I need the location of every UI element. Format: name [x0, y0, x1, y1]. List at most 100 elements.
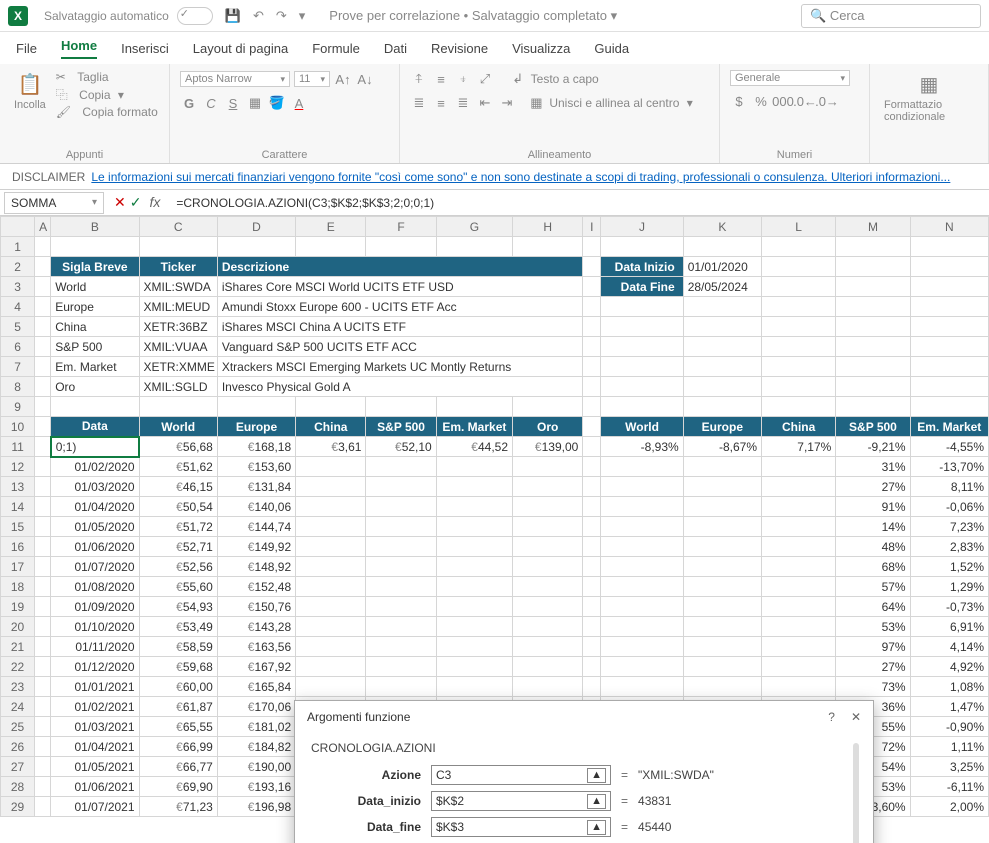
menu-file[interactable]: File — [16, 41, 37, 56]
cell[interactable] — [601, 637, 683, 657]
cell[interactable] — [583, 337, 601, 357]
cell[interactable] — [436, 397, 512, 417]
cell[interactable] — [35, 357, 51, 377]
cell[interactable] — [601, 457, 683, 477]
cell[interactable] — [762, 497, 836, 517]
cell[interactable] — [366, 637, 436, 657]
cell[interactable]: Xtrackers MSCI Emerging Markets UC Montl… — [217, 357, 582, 377]
row-header[interactable]: 21 — [1, 637, 35, 657]
cell[interactable]: 48% — [836, 537, 910, 557]
cell[interactable] — [601, 677, 683, 697]
cell[interactable] — [836, 317, 910, 337]
col-header-G[interactable]: G — [436, 217, 512, 237]
cell[interactable]: 1,47% — [910, 697, 988, 717]
cell[interactable] — [601, 317, 683, 337]
cell[interactable] — [436, 477, 512, 497]
row-header[interactable]: 3 — [1, 277, 35, 297]
cell[interactable]: €66,99 — [139, 737, 217, 757]
cell[interactable] — [366, 577, 436, 597]
col-header-C[interactable]: C — [139, 217, 217, 237]
row-header[interactable]: 26 — [1, 737, 35, 757]
cell[interactable] — [762, 257, 836, 277]
cell[interactable] — [683, 337, 761, 357]
bold-icon[interactable]: G — [180, 94, 198, 112]
qat-dropdown-icon[interactable]: ▾ — [299, 8, 306, 24]
cell[interactable]: €46,15 — [139, 477, 217, 497]
cell[interactable] — [583, 597, 601, 617]
field-input-1[interactable]: $K$2▲ — [431, 791, 611, 811]
cell[interactable] — [683, 617, 761, 637]
cell[interactable]: XMIL:SWDA — [139, 277, 217, 297]
cell[interactable] — [35, 437, 51, 457]
cell[interactable]: Invesco Physical Gold A — [217, 377, 582, 397]
cell[interactable] — [601, 377, 683, 397]
cell[interactable] — [583, 537, 601, 557]
cell[interactable]: €184,82 — [217, 737, 295, 757]
cell[interactable]: -9,21% — [836, 437, 910, 457]
cell[interactable] — [296, 597, 366, 617]
cell[interactable]: 01/06/2020 — [51, 537, 139, 557]
cell[interactable]: €50,54 — [139, 497, 217, 517]
cell[interactable]: 01/12/2020 — [51, 657, 139, 677]
cell[interactable] — [683, 297, 761, 317]
cell[interactable]: -0,90% — [910, 717, 988, 737]
cell[interactable] — [513, 617, 583, 637]
cell[interactable]: 8,11% — [910, 477, 988, 497]
align-left-icon[interactable]: ≣ — [410, 94, 428, 112]
cell[interactable]: 7,23% — [910, 517, 988, 537]
align-top-icon[interactable]: ⍏ — [410, 70, 428, 88]
hdr-sigla[interactable]: Sigla Breve — [51, 257, 139, 277]
col-header-B[interactable]: B — [51, 217, 139, 237]
align-right-icon[interactable]: ≣ — [454, 94, 472, 112]
copy-button[interactable]: ⿻ Copia ▾ — [56, 86, 158, 103]
cell[interactable]: XMIL:SGLD — [139, 377, 217, 397]
row-header[interactable]: 17 — [1, 557, 35, 577]
cell[interactable]: 01/09/2020 — [51, 597, 139, 617]
cell[interactable] — [683, 637, 761, 657]
col-header-E[interactable]: E — [296, 217, 366, 237]
cell[interactable]: €196,98 — [217, 797, 295, 817]
cell[interactable] — [762, 377, 836, 397]
cell[interactable] — [217, 397, 295, 417]
cell[interactable] — [762, 637, 836, 657]
val-data-fine[interactable]: 28/05/2024 — [683, 277, 761, 297]
row-header[interactable]: 29 — [1, 797, 35, 817]
cell[interactable]: S&P 500 — [51, 337, 139, 357]
cell[interactable] — [583, 377, 601, 397]
data-col-10[interactable]: China — [762, 417, 836, 437]
row-header[interactable]: 11 — [1, 437, 35, 457]
row-header[interactable]: 20 — [1, 617, 35, 637]
cell[interactable] — [366, 537, 436, 557]
merge-icon[interactable]: ▦ — [527, 94, 545, 112]
cell[interactable] — [436, 497, 512, 517]
cell[interactable] — [836, 297, 910, 317]
cell[interactable]: €66,77 — [139, 757, 217, 777]
row-header[interactable]: 25 — [1, 717, 35, 737]
cell[interactable] — [583, 457, 601, 477]
cell[interactable]: -13,70% — [910, 457, 988, 477]
data-col-7[interactable] — [583, 417, 601, 437]
cell[interactable] — [683, 237, 761, 257]
align-center-icon[interactable]: ≡ — [432, 94, 450, 112]
dialog-scrollbar[interactable] — [853, 743, 859, 843]
cell[interactable]: 01/06/2021 — [51, 777, 139, 797]
underline-icon[interactable]: S — [224, 94, 242, 112]
cell[interactable] — [296, 537, 366, 557]
cell[interactable]: €140,06 — [217, 497, 295, 517]
corner-cell[interactable] — [1, 217, 35, 237]
undo-icon[interactable]: ↶ — [253, 8, 264, 24]
hdr-desc[interactable]: Descrizione — [217, 257, 582, 277]
val-data-inizio[interactable]: 01/01/2020 — [683, 257, 761, 277]
cell[interactable] — [762, 357, 836, 377]
currency-icon[interactable]: $ — [730, 92, 748, 110]
cell[interactable] — [583, 657, 601, 677]
cell[interactable]: 4,14% — [910, 637, 988, 657]
cell[interactable]: 68% — [836, 557, 910, 577]
cut-button[interactable]: ✂ Taglia — [56, 70, 158, 84]
cell[interactable] — [513, 397, 583, 417]
cell[interactable] — [836, 237, 910, 257]
cell[interactable] — [762, 657, 836, 677]
cell[interactable] — [35, 757, 51, 777]
menu-home[interactable]: Home — [61, 38, 97, 59]
cell[interactable] — [683, 457, 761, 477]
